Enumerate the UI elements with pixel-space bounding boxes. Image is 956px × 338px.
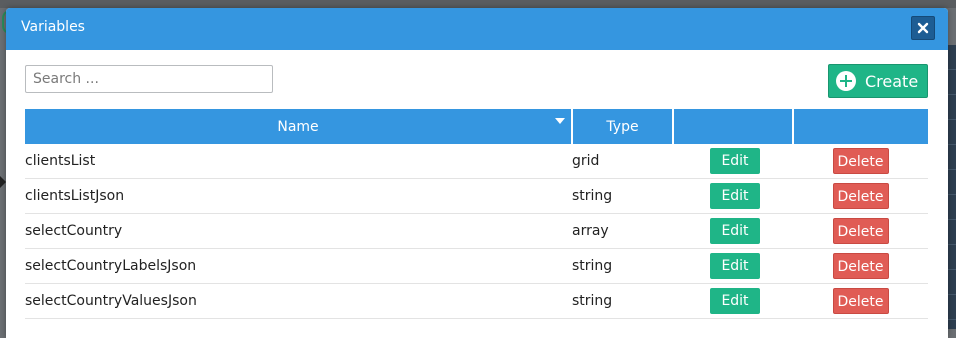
edit-button[interactable]: Edit [710, 148, 760, 174]
plus-circle-icon [836, 71, 856, 91]
variable-name: clientsList [25, 144, 572, 179]
variable-type: array [572, 213, 673, 249]
variable-name: selectCountryValuesJson [25, 283, 572, 319]
variables-dialog: Variables Create Name Type [6, 8, 948, 338]
variable-name: clientsListJson [25, 178, 572, 214]
column-header-type-label: Type [606, 118, 639, 135]
delete-button[interactable]: Delete [832, 183, 889, 209]
table-row: selectCountryLabelsJson string Edit Dele… [25, 248, 928, 284]
create-button-label: Create [865, 71, 919, 91]
table-row: selectCountry array Edit Delete [25, 213, 928, 249]
variable-type: string [572, 248, 673, 284]
variable-name: selectCountryLabelsJson [25, 248, 572, 284]
column-header-type[interactable]: Type [572, 109, 674, 144]
table-header-row: Name Type [25, 109, 928, 144]
table-row: selectCountryValuesJson string Edit Dele… [25, 283, 928, 319]
column-header-name[interactable]: Name [25, 109, 573, 144]
table-row: clientsListJson string Edit Delete [25, 178, 928, 214]
table-row: clientsList grid Edit Delete [25, 144, 928, 179]
column-header-edit [673, 109, 794, 144]
create-button[interactable]: Create [828, 64, 928, 98]
delete-button[interactable]: Delete [832, 253, 889, 279]
dialog-title: Variables [21, 19, 85, 35]
edit-button[interactable]: Edit [710, 288, 760, 314]
delete-button[interactable]: Delete [832, 288, 889, 314]
variable-type: grid [572, 144, 673, 179]
sort-down-icon[interactable] [555, 118, 565, 124]
variable-name: selectCountry [25, 213, 572, 249]
edit-button[interactable]: Edit [710, 183, 760, 209]
dialog-header: Variables [6, 8, 948, 50]
search-input[interactable] [25, 65, 273, 93]
close-button[interactable] [911, 16, 935, 40]
close-icon [917, 22, 929, 34]
variables-table: Name Type clientsList grid Edit Delete c… [25, 109, 928, 319]
edit-button[interactable]: Edit [710, 218, 760, 244]
column-header-name-label: Name [277, 118, 319, 135]
variable-type: string [572, 178, 673, 214]
delete-button[interactable]: Delete [832, 148, 889, 174]
delete-button[interactable]: Delete [832, 218, 889, 244]
background-app-topbar [0, 0, 956, 8]
variable-type: string [572, 283, 673, 319]
column-header-delete [793, 109, 928, 144]
edit-button[interactable]: Edit [710, 253, 760, 279]
